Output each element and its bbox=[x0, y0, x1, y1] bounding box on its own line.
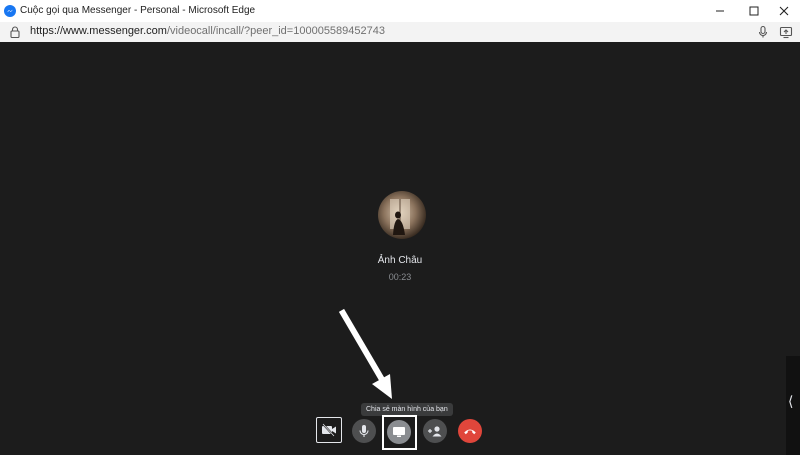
callee-name: Ảnh Châu bbox=[377, 255, 423, 266]
annotation-arrow bbox=[338, 308, 392, 399]
camera-toggle-button[interactable] bbox=[316, 417, 342, 443]
chevron-left-icon: ⟨ bbox=[788, 393, 794, 409]
mute-button[interactable] bbox=[352, 419, 376, 443]
microphone-icon bbox=[359, 425, 369, 437]
minimize-icon bbox=[716, 10, 724, 12]
maximize-icon bbox=[749, 6, 759, 16]
end-call-button[interactable] bbox=[458, 419, 482, 443]
microphone-icon[interactable] bbox=[756, 25, 770, 39]
avatar bbox=[378, 191, 426, 239]
messenger-icon bbox=[4, 5, 16, 17]
window-title: Cuộc gọi qua Messenger - Personal - Micr… bbox=[20, 5, 256, 16]
add-people-button[interactable] bbox=[423, 419, 447, 443]
url-path: /videocall/incall/?peer_id=1000055894527… bbox=[166, 25, 385, 37]
title-bar: Cuộc gọi qua Messenger - Personal - Micr… bbox=[0, 0, 800, 23]
minimize-button[interactable] bbox=[704, 0, 736, 22]
share-screen-highlight bbox=[382, 415, 417, 450]
lock-icon bbox=[10, 26, 20, 38]
hang-up-icon bbox=[464, 429, 476, 435]
side-panel-toggle[interactable]: ⟨ bbox=[786, 356, 800, 455]
call-timer: 00:23 bbox=[388, 272, 412, 282]
address-bar: https://www.messenger.com/videocall/inca… bbox=[0, 22, 800, 43]
url-host: https://www.messenger.com bbox=[30, 25, 167, 37]
video-off-icon bbox=[322, 423, 336, 437]
avatar-photo bbox=[378, 191, 426, 239]
screen-share-icon[interactable] bbox=[779, 25, 793, 39]
add-person-icon bbox=[428, 426, 442, 437]
close-button[interactable] bbox=[768, 0, 800, 22]
close-icon bbox=[779, 6, 789, 16]
maximize-button[interactable] bbox=[738, 0, 770, 22]
url-field[interactable]: https://www.messenger.com/videocall/inca… bbox=[30, 25, 385, 37]
